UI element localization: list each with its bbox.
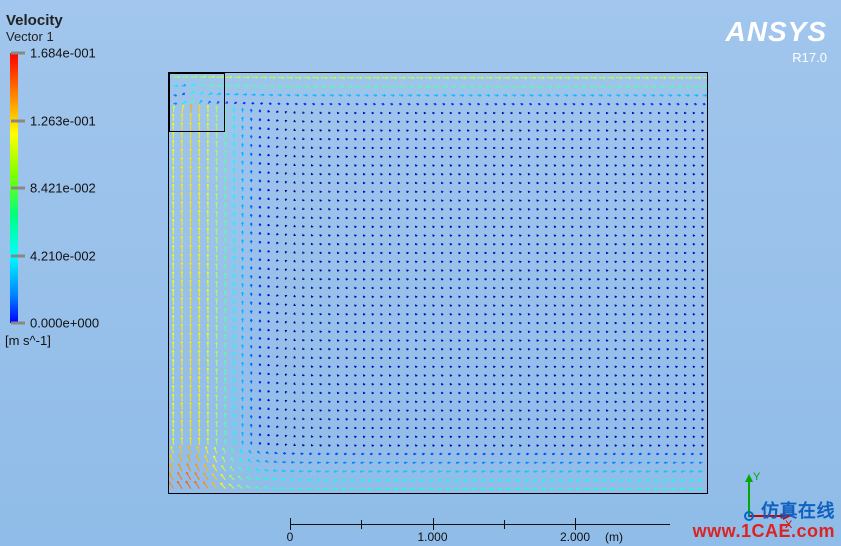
ruler-major-tick xyxy=(575,518,576,530)
ruler-label: 2.000 xyxy=(560,530,590,544)
ruler-major-tick xyxy=(433,518,434,530)
legend-tick xyxy=(11,119,25,122)
watermark-line2: www.1CAE.com xyxy=(693,522,835,542)
scale-ruler: 01.0002.000(m) xyxy=(290,510,670,538)
legend-tick-label: 4.210e-002 xyxy=(30,248,96,263)
legend-unit: [m s^-1] xyxy=(5,333,51,348)
ruler-minor-tick xyxy=(361,520,362,529)
ruler-minor-tick xyxy=(504,520,505,529)
legend-tick xyxy=(11,52,25,55)
legend-tick xyxy=(11,254,25,257)
legend-tick-label: 1.684e-001 xyxy=(30,46,96,61)
plot-subtitle: Vector 1 xyxy=(6,29,54,44)
source-watermark: 仿真在线 www.1CAE.com xyxy=(693,502,835,542)
plot-title: Velocity xyxy=(6,12,63,29)
ruler-label: 1.000 xyxy=(417,530,447,544)
legend-tick xyxy=(11,187,25,190)
watermark-line1: 仿真在线 xyxy=(693,502,835,522)
vector-plot xyxy=(168,72,708,494)
brand-block: ANSYS R17.0 xyxy=(726,16,827,65)
ruler-label: 0 xyxy=(287,530,294,544)
brand-name: ANSYS xyxy=(726,16,827,48)
ruler-unit: (m) xyxy=(605,530,623,544)
legend-tick-label: 0.000e+000 xyxy=(30,316,99,331)
ruler-major-tick xyxy=(290,518,291,530)
legend-tick xyxy=(11,322,25,325)
brand-version: R17.0 xyxy=(726,50,827,65)
legend-tick-label: 1.263e-001 xyxy=(30,113,96,128)
legend-tick-label: 8.421e-002 xyxy=(30,181,96,196)
ruler-line xyxy=(290,524,670,525)
